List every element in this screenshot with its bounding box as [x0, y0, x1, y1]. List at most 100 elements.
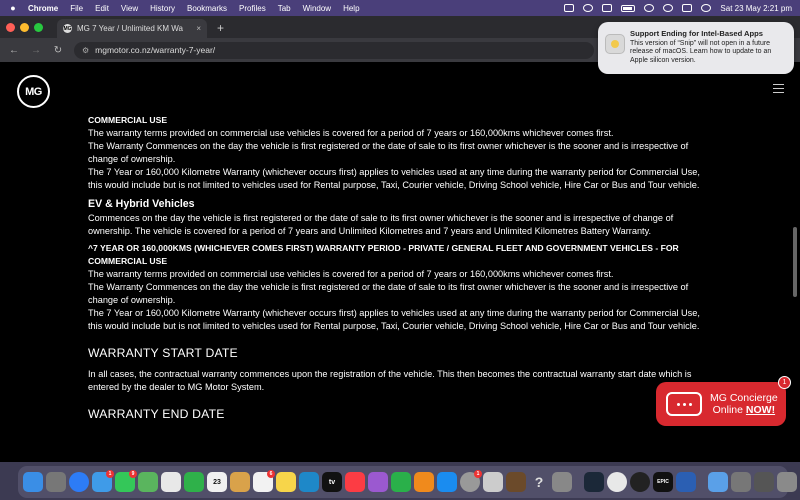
- menu-file[interactable]: File: [70, 4, 83, 13]
- browser-tab-active[interactable]: MG MG 7 Year / Unlimited KM Wa ×: [57, 19, 207, 38]
- folder-icon[interactable]: [708, 472, 728, 492]
- menu-window[interactable]: Window: [303, 4, 331, 13]
- siri-icon[interactable]: [701, 4, 712, 12]
- screen: ● Chrome File Edit View History Bookmark…: [0, 0, 800, 500]
- warranty-content: COMMERCIAL USE The warranty terms provid…: [88, 114, 708, 429]
- pages-icon[interactable]: [414, 472, 434, 492]
- hamburger-line: [773, 84, 784, 85]
- battery-icon[interactable]: [621, 4, 636, 12]
- screenshots-stack-icon[interactable]: [731, 472, 751, 492]
- ev-hybrid-terms: Commences on the day the vehicle is firs…: [88, 213, 674, 236]
- concierge-line-1: MG Concierge: [710, 392, 778, 404]
- apple-menu-icon[interactable]: ●: [8, 3, 18, 13]
- notification-body: This version of “Snip” will not open in …: [630, 39, 772, 64]
- numbers-icon[interactable]: [391, 472, 411, 492]
- utility-icon[interactable]: [552, 472, 572, 492]
- maps-icon[interactable]: [138, 472, 158, 492]
- menu-history[interactable]: History: [150, 4, 175, 13]
- dropbox-icon[interactable]: [564, 4, 575, 12]
- concierge-notification-badge: 1: [778, 376, 791, 389]
- search-icon[interactable]: [663, 4, 674, 12]
- mg-concierge-chat-button[interactable]: MG Concierge Online NOW! 1: [656, 376, 791, 426]
- preview-icon[interactable]: [483, 472, 503, 492]
- app-store-icon[interactable]: [437, 472, 457, 492]
- calendar-icon[interactable]: 23: [207, 472, 227, 492]
- music-icon[interactable]: [345, 472, 365, 492]
- messages-icon[interactable]: 9: [115, 470, 137, 492]
- trash-icon[interactable]: [777, 472, 797, 492]
- concierge-online: Online: [712, 404, 746, 416]
- epic-games-icon[interactable]: EPIC: [653, 472, 673, 492]
- commercial-use-applicability: The 7 Year or 160,000 Kilometre Warranty…: [88, 167, 700, 190]
- concierge-now: NOW!: [745, 404, 776, 416]
- control-center-icon[interactable]: [682, 4, 693, 12]
- commercial-use-terms: The warranty terms provided on commercia…: [88, 128, 614, 138]
- macos-menubar: ● Chrome File Edit View History Bookmark…: [0, 0, 800, 16]
- warranty-start-date-text: In all cases, the contractual warranty c…: [88, 369, 692, 392]
- menu-tab[interactable]: Tab: [278, 4, 291, 13]
- reminders-icon[interactable]: 6: [253, 470, 275, 492]
- chat-dot: [688, 402, 692, 406]
- contacts-icon[interactable]: [230, 472, 250, 492]
- apple-tv-icon[interactable]: tv: [322, 472, 342, 492]
- system-settings-icon[interactable]: 1: [460, 470, 482, 492]
- reload-icon[interactable]: ↻: [52, 45, 64, 56]
- commercial-use-heading: COMMERCIAL USE: [88, 115, 168, 125]
- photos-icon[interactable]: [161, 472, 181, 492]
- back-arrow-icon[interactable]: ←: [8, 45, 20, 56]
- launchpad-icon[interactable]: [46, 472, 66, 492]
- menu-bookmarks[interactable]: Bookmarks: [187, 4, 227, 13]
- chrome-icon[interactable]: [607, 472, 627, 492]
- downloads-stack-icon[interactable]: [754, 472, 774, 492]
- forward-arrow-icon[interactable]: →: [30, 45, 42, 56]
- fleet-warranty-commencement: The Warranty Commences on the day the ve…: [88, 282, 689, 305]
- app-circle-icon[interactable]: [630, 472, 650, 492]
- safari-icon[interactable]: [69, 472, 89, 492]
- window-controls: [6, 16, 43, 38]
- fleet-warranty-terms: The warranty terms provided on commercia…: [88, 269, 614, 279]
- wifi-icon[interactable]: [644, 4, 655, 12]
- tab-close-icon[interactable]: ×: [196, 24, 201, 33]
- site-info-icon[interactable]: ⚙: [82, 46, 89, 55]
- new-tab-button[interactable]: +: [217, 21, 224, 35]
- warranty-start-date-heading: WARRANTY START DATE: [88, 346, 238, 360]
- menu-profiles[interactable]: Profiles: [239, 4, 266, 13]
- facetime-icon[interactable]: [184, 472, 204, 492]
- freeform-icon[interactable]: [299, 472, 319, 492]
- fleet-warranty-heading: ^7 YEAR OR 160,000KMS (WHICHEVER COMES F…: [88, 243, 679, 266]
- hamburger-menu-icon[interactable]: [773, 84, 784, 93]
- close-window-button[interactable]: [6, 22, 15, 32]
- mail-icon[interactable]: 1: [92, 470, 114, 492]
- steam-icon[interactable]: [584, 472, 604, 492]
- app-blue-icon[interactable]: [676, 472, 696, 492]
- reminders-badge: 6: [267, 470, 275, 478]
- hamburger-line: [773, 92, 784, 93]
- minimize-window-button[interactable]: [20, 22, 29, 32]
- page-scrollbar[interactable]: [793, 227, 797, 297]
- ev-hybrid-heading: EV & Hybrid Vehicles: [88, 198, 195, 210]
- address-url[interactable]: mgmotor.co.nz/warranty-7-year/: [95, 45, 215, 55]
- notes-icon[interactable]: [276, 472, 296, 492]
- notification-title: Support Ending for Intel-Based Apps: [630, 29, 764, 38]
- window-icon[interactable]: [602, 4, 613, 12]
- concierge-line-2: Online NOW!: [710, 404, 778, 416]
- record-icon[interactable]: [583, 4, 594, 12]
- tab-title: MG 7 Year / Unlimited KM Wa: [77, 24, 183, 33]
- finder-icon[interactable]: [23, 472, 43, 492]
- snip-app-icon: [605, 34, 625, 54]
- maximize-window-button[interactable]: [34, 22, 43, 32]
- macos-notification[interactable]: Support Ending for Intel-Based Apps This…: [598, 22, 794, 74]
- commercial-use-commencement: The Warranty Commences on the day the ve…: [88, 141, 689, 164]
- mg-logo[interactable]: MG: [17, 75, 50, 108]
- chat-dot: [682, 402, 686, 406]
- menu-help[interactable]: Help: [343, 4, 359, 13]
- menu-view[interactable]: View: [121, 4, 138, 13]
- menubar-clock[interactable]: Sat 23 May 2:21 pm: [720, 4, 792, 13]
- address-bar[interactable]: ⚙ mgmotor.co.nz/warranty-7-year/: [74, 41, 594, 59]
- image-capture-icon[interactable]: [506, 472, 526, 492]
- menu-app-name[interactable]: Chrome: [28, 4, 58, 13]
- menubar-status-area: Sat 23 May 2:21 pm: [564, 4, 792, 13]
- menu-edit[interactable]: Edit: [95, 4, 109, 13]
- tips-help-icon[interactable]: ?: [529, 472, 549, 492]
- podcasts-icon[interactable]: [368, 472, 388, 492]
